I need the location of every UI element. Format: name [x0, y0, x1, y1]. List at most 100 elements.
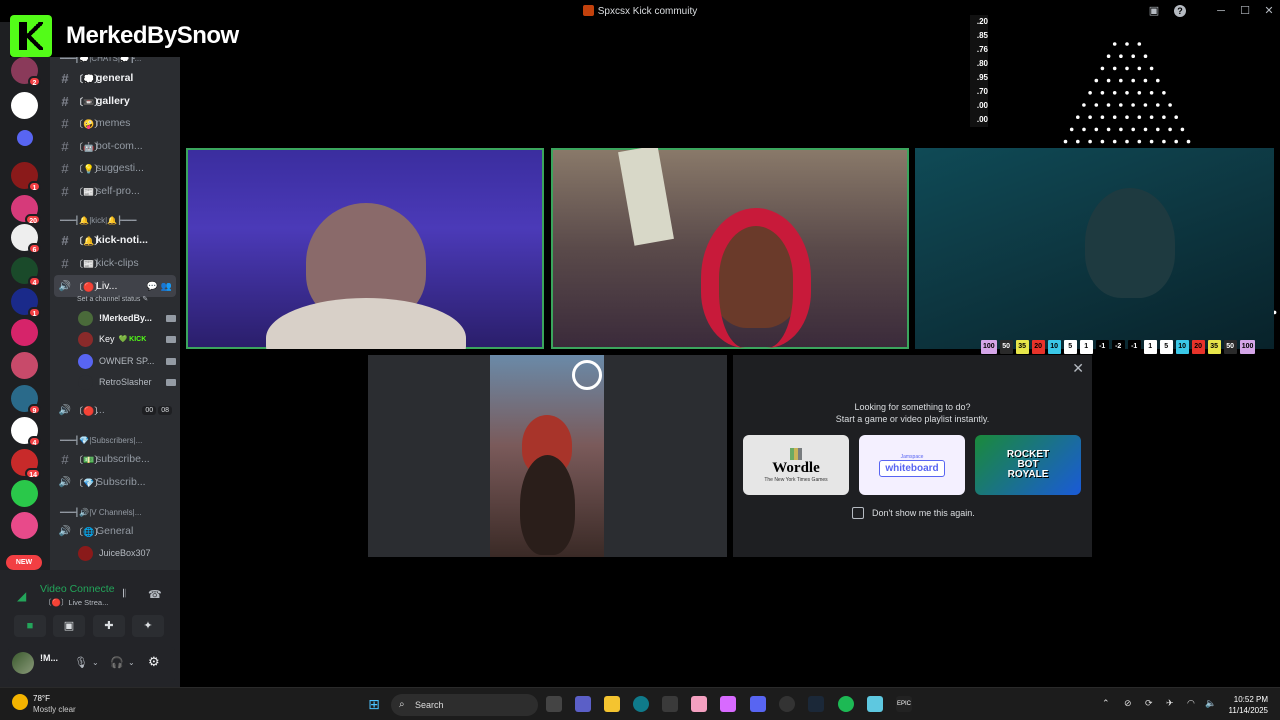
voice-user[interactable]: !MerkedBy... — [78, 309, 176, 327]
camera-button[interactable]: ■ — [14, 615, 46, 637]
channel-kick-notifications[interactable]: # 〔🔔〕 kick-noti... — [54, 230, 176, 250]
screenshare-button[interactable]: ▣ — [53, 615, 85, 637]
chevron-up-icon[interactable]: ⌃ — [1102, 698, 1110, 709]
activity-card-wordle[interactable]: Wordle The New York Times Games — [743, 435, 849, 495]
tray-icon[interactable]: ⟳ — [1145, 698, 1153, 709]
edge-icon[interactable] — [633, 696, 649, 712]
headphones-icon[interactable]: 🎧 — [110, 656, 124, 669]
username[interactable]: !M... — [40, 653, 58, 663]
channel-bot-commands[interactable]: # 〔🤖〕 bot-com... — [54, 136, 176, 156]
tray-icon[interactable]: ⊘ — [1124, 698, 1132, 709]
inbox-icon[interactable]: ▣ — [1145, 3, 1163, 19]
server-icon[interactable]: 6 — [11, 224, 41, 254]
voice-channel-live[interactable]: 🔊 〔🔴〕 Liv... 💬 👥 — [54, 275, 176, 297]
server-icon[interactable]: 20 — [11, 195, 41, 225]
server-icon[interactable]: 4 — [11, 417, 41, 447]
voice-user[interactable]: Key 💚 KICK — [78, 330, 176, 348]
video-tile[interactable] — [915, 148, 1274, 349]
discord-icon[interactable] — [750, 696, 766, 712]
tray-icon[interactable]: ✈ — [1166, 698, 1174, 709]
minimize-button[interactable]: ─ — [1212, 3, 1230, 19]
avatar[interactable] — [12, 652, 34, 674]
teams-icon[interactable] — [575, 696, 591, 712]
voice-channel-other[interactable]: 🔊 〔🔴〕... 00 08 — [54, 400, 176, 420]
voice-user[interactable]: OWNER SP... — [78, 352, 176, 370]
channel-subscribers[interactable]: # 〔💵〕 subscribe... — [54, 449, 176, 469]
category-voice[interactable]: ━━━┫🔊|V Channels|... — [60, 508, 141, 517]
video-tile[interactable] — [551, 148, 909, 349]
noise-suppression-icon[interactable]: 𝄃 — [123, 588, 125, 601]
gear-icon[interactable]: ⚙ — [148, 654, 160, 670]
channel-name: Subscrib... — [96, 476, 146, 488]
activity-card-rocket-bot[interactable]: ROCKET BOT ROYALE — [975, 435, 1081, 495]
server-icon[interactable]: 14 — [11, 449, 41, 479]
chevron-down-icon[interactable]: ⌄ — [92, 658, 99, 667]
wifi-icon[interactable]: ◠ — [1187, 698, 1195, 709]
screenshare-icon: ▣ — [63, 620, 75, 632]
start-icon[interactable]: ⊞ — [366, 696, 382, 712]
server-icon[interactable]: 2 — [11, 57, 41, 87]
plinko-peg — [1131, 127, 1135, 132]
category-kick[interactable]: ━━━┫🔔|kick|🔔┣━━━ — [60, 216, 136, 225]
server-icon[interactable] — [11, 92, 38, 119]
channel-general[interactable]: # 〔💭〕 general — [54, 68, 176, 88]
volume-icon[interactable]: 🔈 — [1205, 698, 1216, 709]
chevron-down-icon[interactable]: ⌄ — [128, 658, 135, 667]
plinko-slot: 1 — [1143, 340, 1157, 354]
disconnect-icon[interactable]: ☎ — [148, 588, 162, 601]
copilot-icon[interactable] — [720, 696, 736, 712]
plinko-peg — [1149, 115, 1154, 119]
activity-card-whiteboard[interactable]: Jamspace whiteboard — [859, 435, 965, 495]
invite-icon[interactable]: 👥 — [161, 281, 172, 292]
channel-name: kick-clips — [96, 257, 139, 269]
server-icon[interactable]: 1 — [11, 162, 41, 192]
channel-kick-clips[interactable]: # 〔📰〕 kick-clips — [54, 253, 176, 273]
server-icon[interactable]: 1 — [11, 288, 41, 318]
voice-channel-general[interactable]: 🔊 〔🌐〕 General — [54, 521, 176, 541]
steam-icon[interactable] — [808, 696, 824, 712]
video-tile[interactable] — [368, 355, 727, 557]
maximize-button[interactable]: ☐ — [1236, 3, 1254, 19]
server-icon[interactable] — [11, 319, 38, 346]
video-tile[interactable] — [186, 148, 544, 349]
close-button[interactable]: ✕ — [1260, 3, 1278, 19]
help-icon[interactable]: ? — [1174, 5, 1186, 17]
channel-memes[interactable]: # 〔🤪〕 memes — [54, 113, 176, 133]
spotify-icon[interactable] — [838, 696, 854, 712]
dont-show-checkbox[interactable] — [852, 507, 864, 519]
search-box[interactable]: ⌕ Search — [391, 694, 538, 716]
channel-gallery[interactable]: # 〔📼〕 gallery — [54, 91, 176, 111]
server-icon[interactable] — [17, 130, 33, 146]
new-badge[interactable]: NEW — [6, 555, 42, 570]
server-icon[interactable] — [11, 480, 38, 507]
voice-channel-name[interactable]: 〔🔴〕Live Strea... — [44, 597, 108, 608]
task-view-icon[interactable] — [546, 696, 562, 712]
server-icon[interactable]: 9 — [11, 385, 41, 415]
voice-user[interactable]: RetroSlasher — [78, 373, 176, 391]
channel-subscribers-voice[interactable]: 🔊 〔💎〕 Subscrib... — [54, 472, 176, 492]
microphone-icon[interactable]: 🎙 — [74, 656, 88, 669]
server-icon[interactable] — [11, 352, 38, 379]
app-icon[interactable] — [691, 696, 707, 712]
voice-status[interactable]: Video Connecte — [40, 583, 115, 595]
set-channel-status[interactable]: Set a channel status ✎ — [77, 295, 148, 303]
category-subscribers[interactable]: ━━━┫💎|Subscribers|... — [60, 436, 142, 445]
epic-games-icon[interactable]: EPIC — [896, 696, 912, 712]
notepad-icon[interactable] — [867, 696, 883, 712]
channel-suggestions[interactable]: # 〔💡〕 suggesti... — [54, 158, 176, 178]
server-icon[interactable] — [11, 512, 38, 539]
server-icon[interactable]: 4 — [11, 257, 41, 287]
channel-emoji: 〔🌐〕 — [74, 526, 104, 537]
soundboard-button[interactable]: ✦ — [132, 615, 164, 637]
mention-badge: 2 — [28, 76, 41, 87]
chat-icon[interactable]: 💬 — [147, 281, 158, 292]
file-explorer-icon[interactable] — [604, 696, 620, 712]
signal-icon[interactable]: ◢ — [17, 589, 26, 603]
app-icon[interactable] — [779, 696, 795, 712]
channel-self-promo[interactable]: # 〔📰〕 self-pro... — [54, 181, 176, 201]
activities-button[interactable]: ✚ — [93, 615, 125, 637]
store-icon[interactable] — [662, 696, 678, 712]
clock[interactable]: 10:52 PM 11/14/2025 — [1229, 694, 1268, 716]
voice-user[interactable]: JuiceBox307 — [78, 544, 176, 562]
close-icon[interactable]: ✕ — [1072, 360, 1084, 377]
